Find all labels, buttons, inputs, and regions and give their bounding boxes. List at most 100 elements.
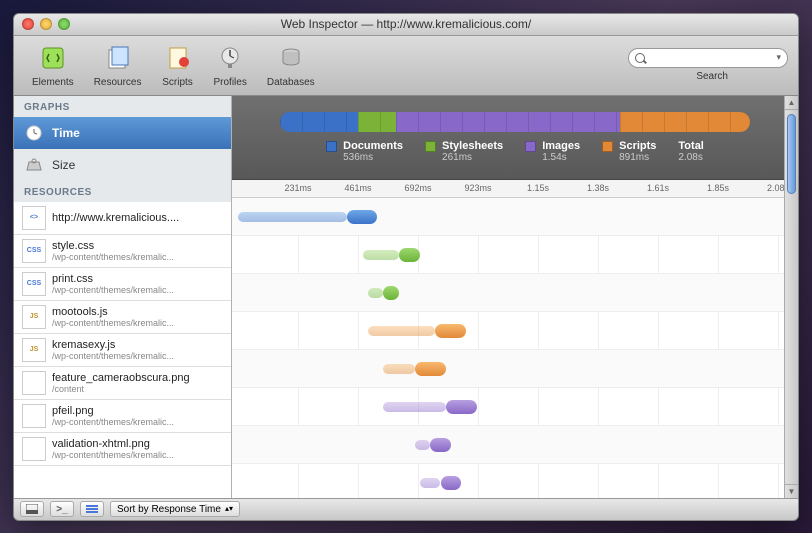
resource-name: style.css [52,240,174,252]
databases-icon [275,42,307,74]
vertical-scrollbar[interactable]: ▲ ▼ [784,96,798,498]
close-button[interactable] [22,18,34,30]
profiles-tab[interactable]: Profiles [206,40,255,90]
response-bar [430,438,451,452]
response-bar [415,362,446,376]
resources-tab[interactable]: Resources [86,40,150,90]
sidebar: GRAPHS Time Size RESOURCES <> http://www… [14,96,232,498]
timeline-row[interactable] [232,388,798,426]
summary-bar [280,112,750,132]
legend-name: Images [542,140,580,152]
resource-path: /wp-content/themes/kremalic... [52,417,174,427]
timeline-row[interactable] [232,426,798,464]
file-icon [22,404,46,428]
content: Documents 536ms Stylesheets 261ms Images… [232,96,798,498]
resource-item[interactable]: <> http://www.kremalicious.... [14,202,231,235]
file-icon: JS [22,338,46,362]
sidebar-item-size[interactable]: Size [14,149,231,181]
legend-item: Total 2.08s [678,140,703,163]
legend: Documents 536ms Stylesheets 261ms Images… [326,140,704,163]
summary-panel: Documents 536ms Stylesheets 261ms Images… [232,96,798,180]
resources-header: RESOURCES [14,181,231,202]
resource-item[interactable]: JS kremasexy.js /wp-content/themes/krema… [14,334,231,367]
traffic-lights [22,18,70,30]
profiles-label: Profiles [214,77,247,88]
list-view-button[interactable] [80,501,104,517]
resource-item[interactable]: JS mootools.js /wp-content/themes/kremal… [14,301,231,334]
resource-list: <> http://www.kremalicious.... CSS style… [14,202,231,498]
graphs-header: GRAPHS [14,96,231,117]
response-bar [435,324,466,338]
timeline[interactable] [232,198,798,498]
sort-selector[interactable]: Sort by Response Time ▴▾ [110,501,240,517]
ruler-tick: 461ms [344,183,371,193]
main: GRAPHS Time Size RESOURCES <> http://www… [14,96,798,498]
time-ruler: 231ms461ms692ms923ms1.15s1.38s1.61s1.85s… [232,180,798,198]
sidebar-item-time[interactable]: Time [14,117,231,149]
summary-segment [280,112,358,132]
resource-item[interactable]: CSS print.css /wp-content/themes/kremali… [14,268,231,301]
timeline-row[interactable] [232,274,798,312]
resource-path: /wp-content/themes/kremalic... [52,351,174,361]
legend-name: Total [678,140,703,152]
legend-swatch [525,141,536,152]
file-icon [22,371,46,395]
legend-name: Scripts [619,140,656,152]
clock-icon [24,123,44,143]
inspector-window: Web Inspector — http://www.kremalicious.… [13,13,799,521]
response-bar [399,248,420,262]
scroll-up-icon[interactable]: ▲ [785,96,798,110]
resource-name: print.css [52,273,174,285]
latency-bar [383,402,445,412]
summary-segment [396,112,620,132]
resource-name: kremasexy.js [52,339,174,351]
latency-bar [420,478,441,488]
file-icon [22,437,46,461]
databases-tab[interactable]: Databases [259,40,323,90]
timeline-row[interactable] [232,198,798,236]
legend-name: Documents [343,140,403,152]
timeline-row[interactable] [232,312,798,350]
window-title: Web Inspector — http://www.kremalicious.… [14,17,798,31]
scripts-icon [162,42,194,74]
ruler-tick: 1.15s [527,183,549,193]
resource-item[interactable]: feature_cameraobscura.png /content [14,367,231,400]
search-input[interactable]: ▾ [628,48,788,68]
summary-segment [358,112,396,132]
zoom-button[interactable] [58,18,70,30]
timeline-row[interactable] [232,236,798,274]
ruler-tick: 231ms [284,183,311,193]
resource-name: validation-xhtml.png [52,438,174,450]
legend-swatch [326,141,337,152]
legend-swatch [602,141,613,152]
response-bar [347,210,377,224]
resource-item[interactable]: validation-xhtml.png /wp-content/themes/… [14,433,231,466]
search-label: Search [696,71,728,82]
resource-name: pfeil.png [52,405,174,417]
timeline-row[interactable] [232,464,798,498]
console-button[interactable]: >_ [50,501,74,517]
latency-bar [238,212,347,222]
file-icon: CSS [22,239,46,263]
resource-item[interactable]: pfeil.png /wp-content/themes/kremalic... [14,400,231,433]
scroll-down-icon[interactable]: ▼ [785,484,798,498]
scroll-thumb[interactable] [787,114,796,194]
legend-value: 2.08s [678,152,703,163]
ruler-tick: 1.85s [707,183,729,193]
response-bar [446,400,477,414]
size-label: Size [52,158,75,172]
ruler-tick: 692ms [404,183,431,193]
file-icon: CSS [22,272,46,296]
statusbar: >_ Sort by Response Time ▴▾ [14,498,798,520]
minimize-button[interactable] [40,18,52,30]
scripts-label: Scripts [162,77,193,88]
scripts-tab[interactable]: Scripts [154,40,202,90]
resource-path: /content [52,384,190,394]
resource-item[interactable]: CSS style.css /wp-content/themes/kremali… [14,235,231,268]
profiles-icon [214,42,246,74]
dock-button[interactable] [20,501,44,517]
resource-name: mootools.js [52,306,174,318]
elements-tab[interactable]: Elements [24,40,82,90]
weight-icon [24,155,44,175]
timeline-row[interactable] [232,350,798,388]
